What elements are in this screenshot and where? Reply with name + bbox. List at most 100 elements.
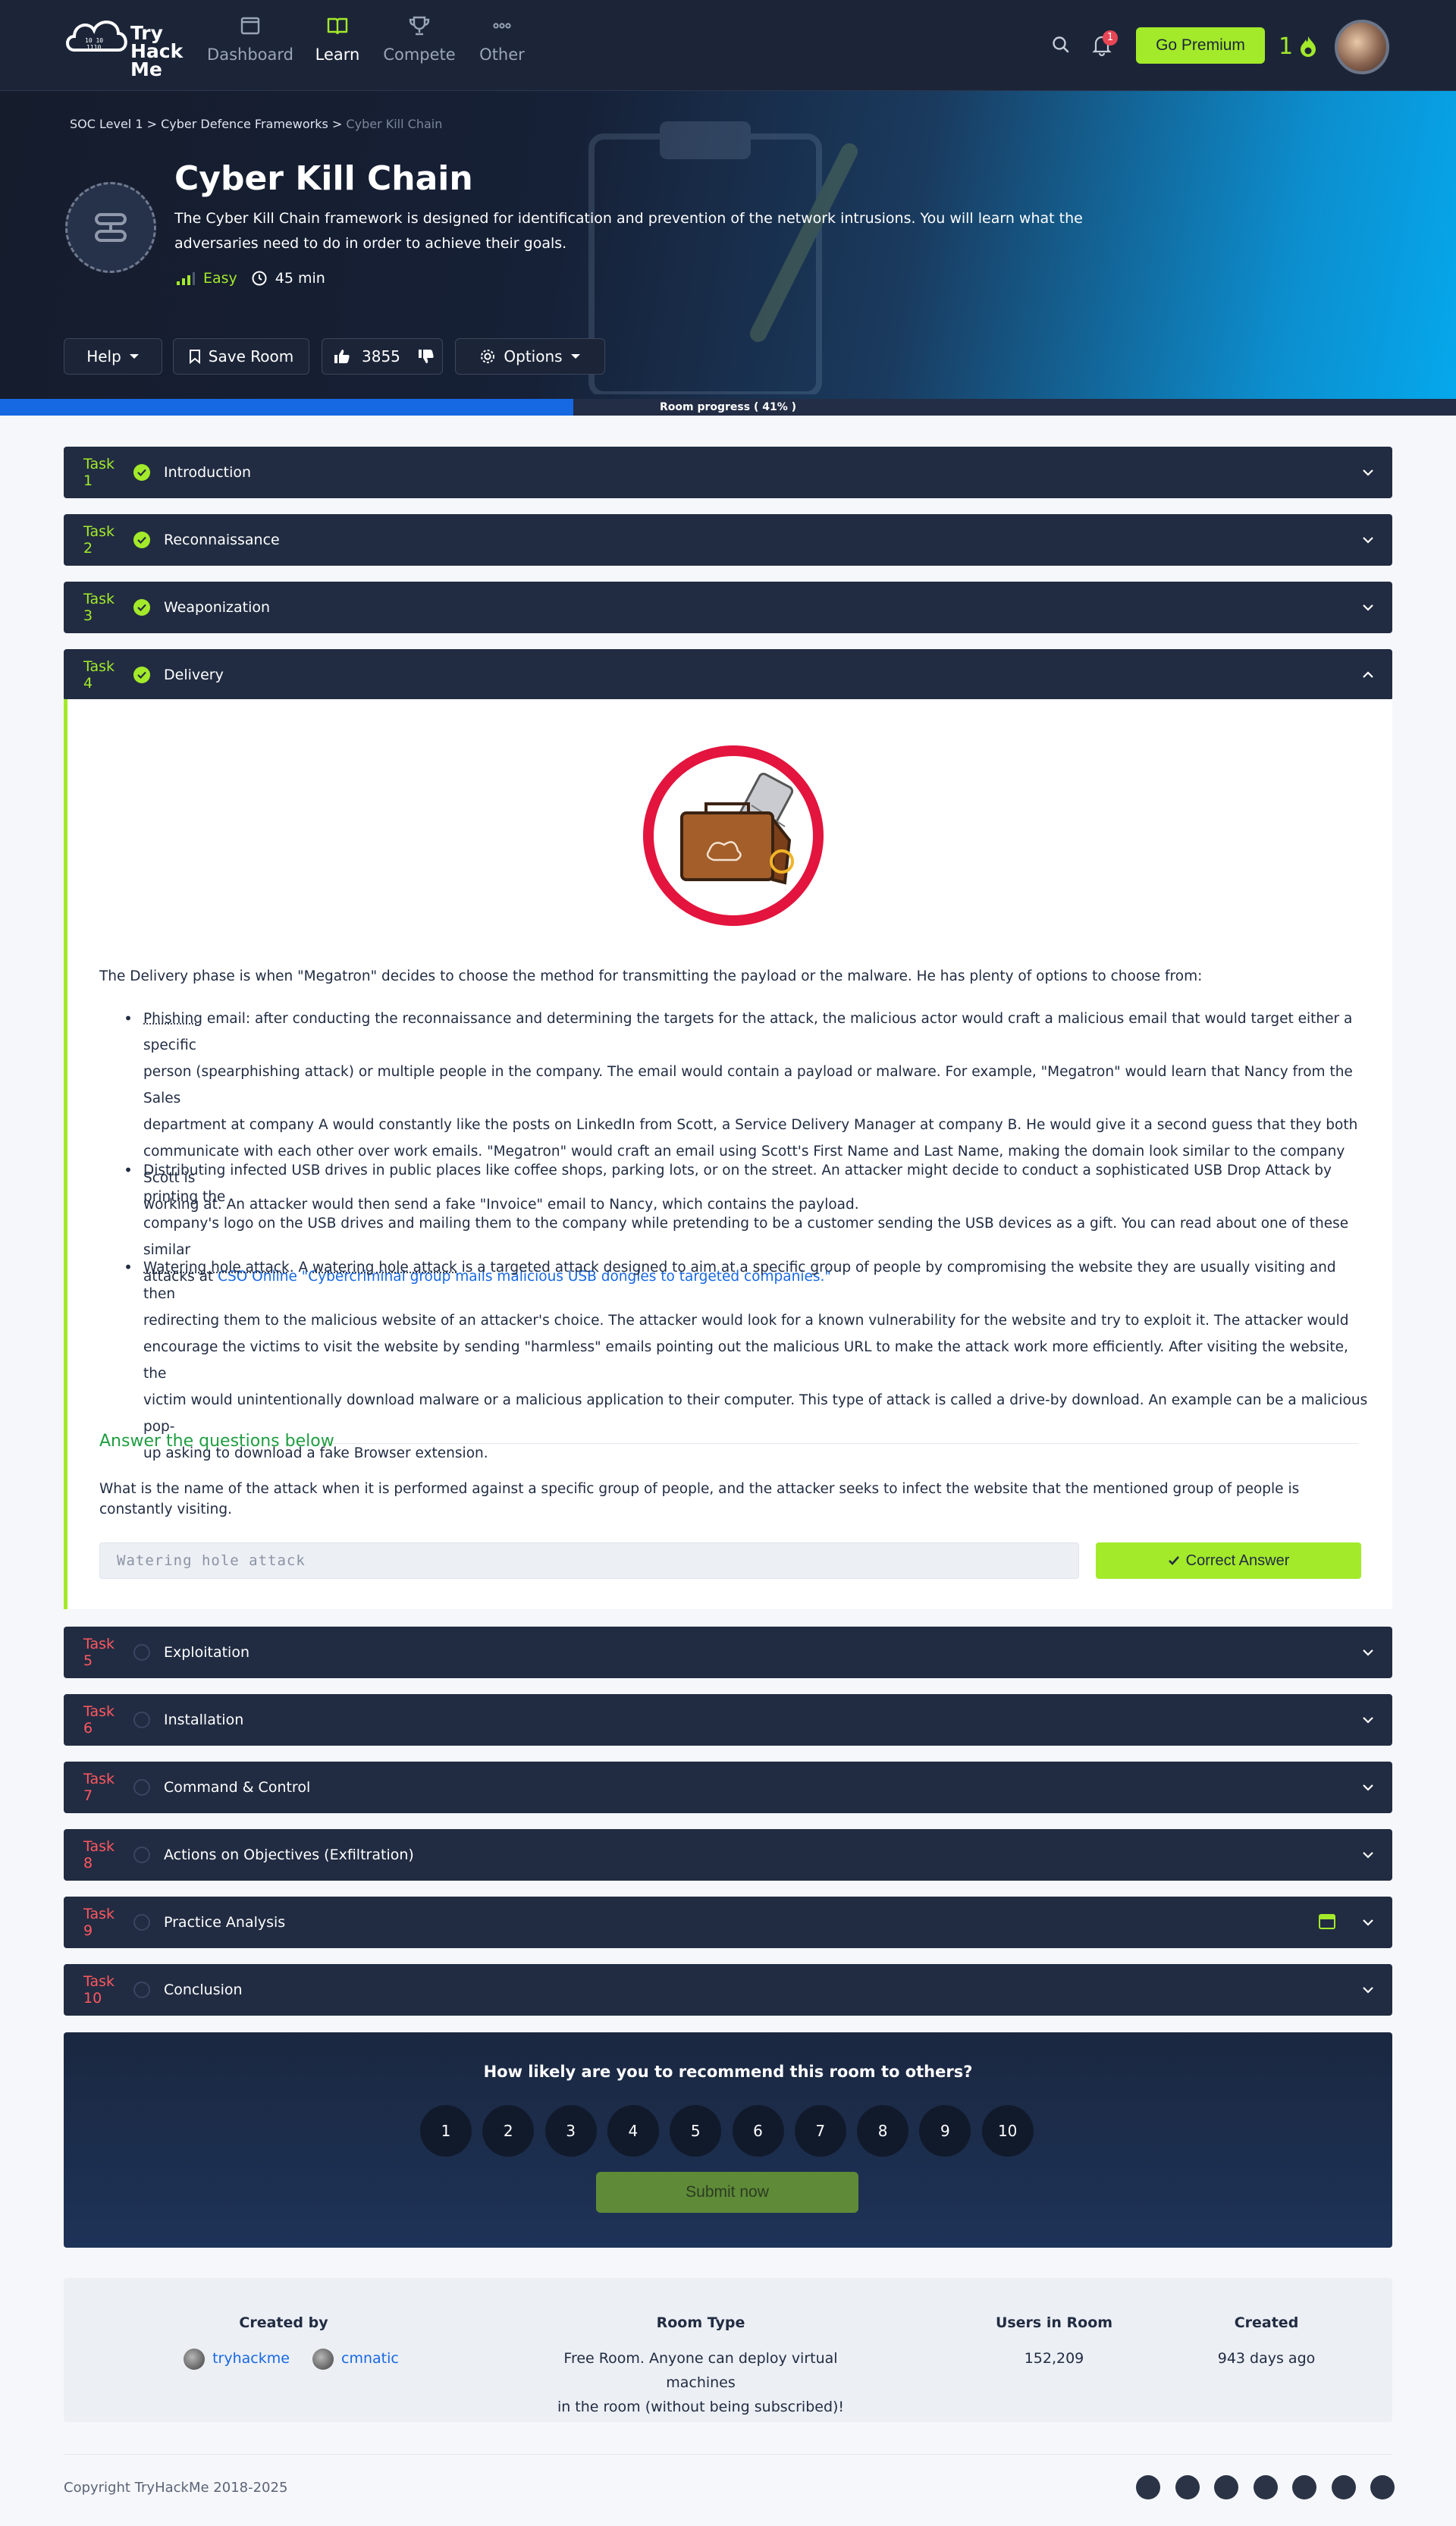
task-header-1[interactable]: Task 1 Introduction (64, 447, 1392, 498)
answer-input[interactable]: Watering hole attack (99, 1542, 1079, 1579)
breadcrumb-cyber-defence-frameworks[interactable]: Cyber Defence Frameworks (161, 117, 328, 131)
room-type-value: Free Room. Anyone can deploy virtual mac… (534, 2346, 868, 2419)
empty-circle-icon (133, 1779, 150, 1796)
chevron-down-icon (1363, 1919, 1373, 1926)
task-header-9[interactable]: Task 9 Practice Analysis (64, 1897, 1392, 1948)
x-icon[interactable] (1136, 2475, 1160, 2499)
more-icon (493, 23, 511, 29)
help-button[interactable]: Help (64, 338, 162, 375)
watering-hole-mid: . A (289, 1260, 309, 1276)
chevron-down-icon (1363, 1717, 1373, 1724)
correct-answer-label: Correct Answer (1185, 1552, 1290, 1569)
nav-compete[interactable]: Compete (374, 14, 465, 64)
nav-other[interactable]: Other (457, 14, 548, 64)
phishing-text-1: email: after conducting the reconnaissan… (143, 1011, 1353, 1053)
task-header-4[interactable]: Task 4 Delivery (64, 649, 1392, 701)
bullet: • (124, 1009, 133, 1028)
bullet: • (124, 1258, 133, 1276)
phishing-text-3: department at company A would constantly… (143, 1117, 1358, 1133)
options-button[interactable]: Options (455, 338, 605, 375)
thumbs-down-icon[interactable] (417, 348, 435, 365)
tryhackme-logo[interactable]: 10 10 1110 Try Hack Me (64, 9, 185, 82)
pinterest-icon[interactable] (1370, 2475, 1395, 2499)
task-number: Task 8 (83, 1838, 115, 1872)
facebook-icon[interactable] (1253, 2475, 1278, 2499)
check-circle-icon (133, 667, 150, 683)
rating-button-2[interactable]: 2 (482, 2105, 535, 2157)
task-number: Task 1 (83, 456, 115, 489)
task-4-content: The Delivery phase is when "Megatron" de… (64, 699, 1392, 1609)
rating-button-8[interactable]: 8 (857, 2105, 909, 2157)
chevron-down-icon (1363, 1649, 1373, 1656)
task-header-5[interactable]: Task 5 Exploitation (64, 1627, 1392, 1678)
svg-text:1110: 1110 (86, 44, 101, 51)
empty-circle-icon (133, 1914, 150, 1931)
duration-label: 45 min (275, 270, 325, 287)
creator-tryhackme-link[interactable]: tryhackme (212, 2350, 290, 2367)
delivery-intro: The Delivery phase is when "Megatron" de… (99, 968, 1203, 984)
room-icon (65, 182, 156, 273)
check-circle-icon (133, 464, 150, 481)
room-type-line-1: Free Room. Anyone can deploy virtual mac… (563, 2350, 838, 2391)
rating-button-5[interactable]: 5 (670, 2105, 722, 2157)
thumbs-up-icon[interactable] (333, 348, 351, 365)
task-header-3[interactable]: Task 3 Weaponization (64, 582, 1392, 633)
linkedin-icon[interactable] (1175, 2475, 1200, 2499)
watering-hole-term[interactable]: Watering hole attack (143, 1260, 290, 1276)
task-title: Command & Control (164, 1779, 311, 1796)
chevron-down-icon (1363, 469, 1373, 476)
discord-icon[interactable] (1214, 2475, 1238, 2499)
save-room-button[interactable]: Save Room (173, 338, 309, 375)
submit-feedback-button[interactable]: Submit now (596, 2172, 858, 2213)
rating-button-9[interactable]: 9 (919, 2105, 971, 2157)
copyright: Copyright TryHackMe 2018-2025 (64, 2480, 288, 2496)
rating-button-7[interactable]: 7 (794, 2105, 846, 2157)
chevron-down-icon (1363, 604, 1373, 611)
room-header: SOC Level 1 > Cyber Defence Frameworks >… (0, 91, 1456, 399)
nav-dashboard-label: Dashboard (207, 45, 293, 64)
dashboard-icon (240, 17, 260, 35)
gear-icon (481, 350, 495, 363)
correct-answer-button[interactable]: Correct Answer (1096, 1542, 1361, 1579)
task-header-10[interactable]: Task 10 Conclusion (64, 1964, 1392, 2016)
difficulty-label: Easy (203, 270, 237, 287)
chevron-down-icon (1363, 1784, 1373, 1791)
rating-button-10[interactable]: 10 (981, 2105, 1034, 2157)
rating-button-4[interactable]: 4 (607, 2105, 659, 2157)
room-type-label: Room Type (656, 2314, 745, 2331)
answer-divider (333, 1443, 1358, 1444)
empty-circle-icon (133, 1644, 150, 1661)
phishing-term[interactable]: Phishing (143, 1011, 202, 1027)
task-number: Task 2 (83, 523, 115, 557)
streak-count: 1 (1279, 33, 1294, 60)
search-icon[interactable] (1050, 33, 1072, 56)
rating-button-6[interactable]: 6 (732, 2105, 784, 2157)
go-premium-button[interactable]: Go Premium (1136, 27, 1265, 64)
creator-cmnatic-link[interactable]: cmnatic (341, 2350, 399, 2367)
logo-text: Try Hack Me (130, 24, 183, 79)
nav-learn-label: Learn (315, 45, 360, 64)
youtube-icon[interactable] (1292, 2475, 1316, 2499)
task-title: Practice Analysis (164, 1914, 286, 1931)
task-header-8[interactable]: Task 8 Actions on Objectives (Exfiltratio… (64, 1829, 1392, 1881)
streak-counter[interactable]: 1 (1279, 29, 1319, 64)
user-avatar[interactable] (1335, 20, 1389, 74)
task-header-2[interactable]: Task 2 Reconnaissance (64, 514, 1392, 566)
task-header-7[interactable]: Task 7 Command & Control (64, 1762, 1392, 1813)
rating-button-1[interactable]: 1 (420, 2105, 472, 2157)
nav-learn[interactable]: Learn (292, 14, 383, 64)
logo-word-me: Me (130, 58, 162, 80)
help-label: Help (86, 347, 121, 366)
trophy-icon (409, 16, 430, 36)
task-title: Installation (164, 1712, 244, 1728)
nav-dashboard[interactable]: Dashboard (205, 14, 296, 64)
instagram-icon[interactable] (1331, 2475, 1356, 2499)
breadcrumb-soc-level-1[interactable]: SOC Level 1 (70, 117, 143, 131)
users-value: 152,209 (1024, 2350, 1084, 2367)
chevron-down-icon (1363, 537, 1373, 544)
notification-badge: 1 (1103, 30, 1118, 45)
rating-button-3[interactable]: 3 (544, 2105, 597, 2157)
watering-hole-term-2[interactable]: watering hole attack (312, 1260, 457, 1276)
task-header-6[interactable]: Task 6 Installation (64, 1694, 1392, 1746)
task-number: Task 5 (83, 1636, 115, 1669)
